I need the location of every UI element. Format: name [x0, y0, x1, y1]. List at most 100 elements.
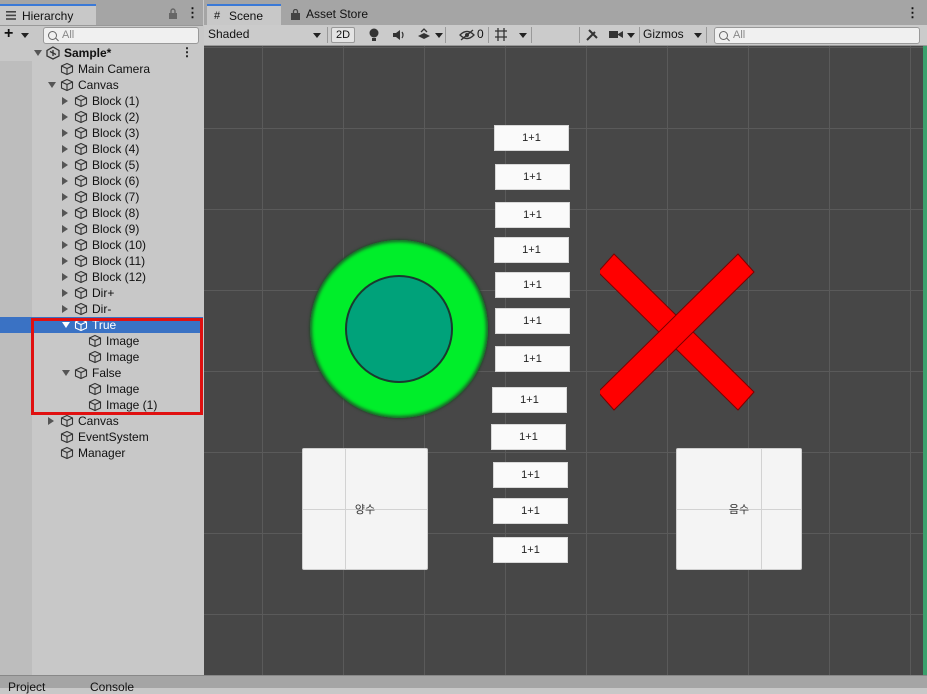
- audio-speaker-icon[interactable]: [392, 29, 406, 41]
- block-4[interactable]: 1+1: [494, 237, 569, 263]
- gizmos-chevron-down-icon[interactable]: [694, 33, 702, 38]
- hierarchy-row-label: Block (4): [92, 142, 140, 156]
- add-object-button[interactable]: +: [4, 26, 13, 42]
- hierarchy-row-label: Block (12): [92, 270, 147, 284]
- scene-viewport[interactable]: 1+1 1+1 1+1 1+1 1+1 1+1 1+1 1+1 1+1 1+1 …: [204, 46, 923, 675]
- hierarchy-row[interactable]: Block (6): [0, 173, 203, 189]
- hierarchy-row[interactable]: Block (2): [0, 109, 203, 125]
- foldout-collapsed-icon[interactable]: [62, 289, 68, 297]
- grid-line: [204, 614, 923, 615]
- foldout-collapsed-icon[interactable]: [62, 273, 68, 281]
- foldout-collapsed-icon[interactable]: [62, 305, 68, 313]
- hierarchy-row[interactable]: Main Camera: [0, 61, 203, 77]
- foldout-collapsed-icon[interactable]: [62, 161, 68, 169]
- foldout-collapsed-icon[interactable]: [62, 209, 68, 217]
- hierarchy-row[interactable]: Block (11): [0, 253, 203, 269]
- effects-icon[interactable]: [417, 28, 431, 42]
- lock-icon[interactable]: [168, 8, 178, 19]
- block-6[interactable]: 1+1: [495, 308, 570, 334]
- correct-core-image[interactable]: [345, 275, 453, 383]
- block-8[interactable]: 1+1: [492, 387, 567, 413]
- grid-chevron-down-icon[interactable]: [519, 33, 527, 38]
- tools-icon[interactable]: [585, 28, 599, 42]
- hierarchy-row[interactable]: Manager: [0, 445, 203, 461]
- foldout-collapsed-icon[interactable]: [62, 241, 68, 249]
- foldout-collapsed-icon[interactable]: [62, 113, 68, 121]
- hierarchy-search-input[interactable]: All: [43, 27, 199, 44]
- bottom-tab-strip: Project Console: [0, 675, 927, 694]
- hierarchy-row[interactable]: Dir+: [0, 285, 203, 301]
- hierarchy-row-label: Block (8): [92, 206, 140, 220]
- shading-chevron-down-icon[interactable]: [313, 33, 321, 38]
- effects-chevron-down-icon[interactable]: [435, 33, 443, 38]
- block-3[interactable]: 1+1: [495, 202, 570, 228]
- block-10[interactable]: 1+1: [493, 462, 568, 488]
- foldout-expanded-icon[interactable]: [48, 82, 56, 88]
- block-5[interactable]: 1+1: [495, 272, 570, 298]
- hierarchy-row[interactable]: Block (10): [0, 237, 203, 253]
- scene-toolbar: Shaded 2D 0 Gizmos All: [204, 25, 927, 46]
- hierarchy-row[interactable]: Block (4): [0, 141, 203, 157]
- foldout-collapsed-icon[interactable]: [62, 193, 68, 201]
- block-11[interactable]: 1+1: [493, 498, 568, 524]
- toggle-2d-button[interactable]: 2D: [331, 27, 355, 43]
- tab-scene[interactable]: # Scene: [207, 4, 281, 25]
- foldout-collapsed-icon[interactable]: [62, 177, 68, 185]
- scene-panel-menu-icon[interactable]: ⋮: [906, 5, 919, 21]
- foldout-collapsed-icon[interactable]: [62, 225, 68, 233]
- shading-mode-dropdown[interactable]: Shaded: [208, 27, 249, 41]
- hidden-objects-eye-icon[interactable]: [459, 29, 475, 41]
- chevron-down-icon[interactable]: [21, 33, 29, 38]
- scene-menu-icon[interactable]: ⋮: [181, 45, 193, 59]
- block-7[interactable]: 1+1: [495, 346, 570, 372]
- foldout-collapsed-icon[interactable]: [62, 97, 68, 105]
- scene-search-input[interactable]: All: [714, 27, 920, 44]
- toolbar-divider: [706, 27, 707, 43]
- gameobject-cube-icon: [74, 94, 88, 108]
- hierarchy-scene-row[interactable]: Sample* ⋮: [0, 45, 203, 61]
- foldout-expanded-icon[interactable]: [34, 50, 42, 56]
- hierarchy-row[interactable]: Block (1): [0, 93, 203, 109]
- hierarchy-row-label: Canvas: [78, 414, 119, 428]
- hierarchy-row[interactable]: Canvas: [0, 77, 203, 93]
- toolbar-divider: [488, 27, 489, 43]
- scene-right-edge: [923, 46, 927, 675]
- tab-console[interactable]: Console: [90, 680, 134, 694]
- block-9[interactable]: 1+1: [491, 424, 566, 450]
- hierarchy-row[interactable]: Block (3): [0, 125, 203, 141]
- camera-chevron-down-icon[interactable]: [627, 33, 635, 38]
- hierarchy-row[interactable]: Block (8): [0, 205, 203, 221]
- grid-line: [262, 46, 263, 675]
- wrong-cross-image[interactable]: [600, 252, 756, 412]
- tab-hierarchy[interactable]: Hierarchy: [0, 4, 96, 25]
- gizmos-dropdown[interactable]: Gizmos: [643, 27, 684, 41]
- foldout-collapsed-icon[interactable]: [62, 145, 68, 153]
- hierarchy-row[interactable]: Block (7): [0, 189, 203, 205]
- positive-direction-panel[interactable]: 양수: [302, 448, 428, 570]
- camera-icon[interactable]: [608, 29, 624, 40]
- block-1[interactable]: 1+1: [494, 125, 569, 151]
- unity-scene-icon: [46, 46, 60, 60]
- block-12[interactable]: 1+1: [493, 537, 568, 563]
- foldout-collapsed-icon[interactable]: [62, 257, 68, 265]
- hierarchy-row[interactable]: Dir-: [0, 301, 203, 317]
- hierarchy-row[interactable]: Block (9): [0, 221, 203, 237]
- gameobject-cube-icon: [74, 206, 88, 220]
- panel-menu-icon[interactable]: ⋮: [186, 5, 199, 21]
- hierarchy-row-label: Block (7): [92, 190, 140, 204]
- hierarchy-row[interactable]: Block (5): [0, 157, 203, 173]
- negative-direction-panel[interactable]: 음수: [676, 448, 802, 570]
- tab-asset-store[interactable]: Asset Store: [284, 4, 384, 25]
- gameobject-cube-icon: [60, 430, 74, 444]
- tab-project[interactable]: Project: [8, 680, 45, 694]
- grid-icon[interactable]: [494, 27, 508, 42]
- toolbar-divider: [579, 27, 580, 43]
- hierarchy-row[interactable]: EventSystem: [0, 429, 203, 445]
- foldout-collapsed-icon[interactable]: [48, 417, 54, 425]
- foldout-collapsed-icon[interactable]: [62, 129, 68, 137]
- block-2[interactable]: 1+1: [495, 164, 570, 190]
- hierarchy-row[interactable]: Canvas: [0, 413, 203, 429]
- lighting-bulb-icon[interactable]: [368, 28, 380, 42]
- scene-search-placeholder: All: [733, 29, 746, 41]
- hierarchy-row[interactable]: Block (12): [0, 269, 203, 285]
